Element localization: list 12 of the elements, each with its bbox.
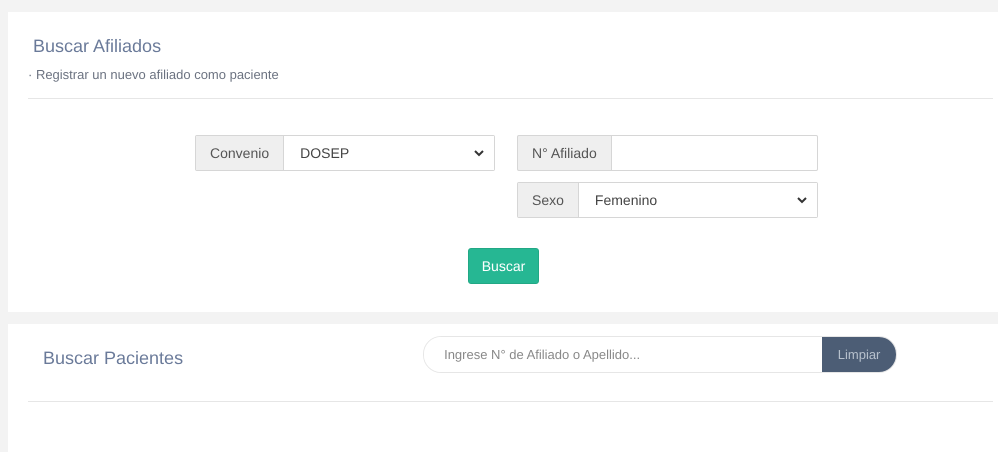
chevron-down-icon bbox=[797, 196, 807, 204]
section-title: Buscar Pacientes bbox=[43, 348, 184, 370]
sexo-select[interactable]: Sexo Femenino bbox=[517, 182, 818, 218]
section-title: Buscar Afiliados bbox=[33, 36, 162, 57]
clear-button[interactable]: Limpiar bbox=[822, 337, 896, 372]
field-label: N° Afiliado bbox=[517, 135, 612, 171]
affiliate-number-field[interactable] bbox=[612, 135, 818, 171]
search-button[interactable]: Buscar bbox=[468, 248, 540, 284]
convenio-select[interactable]: Convenio DOSEP bbox=[195, 135, 495, 171]
chevron-down-icon bbox=[474, 150, 484, 156]
section-subtitle: · Registrar un nuevo afiliado como paciente bbox=[28, 67, 280, 82]
patient-search-field[interactable]: Ingrese N° de Afiliado o Apellido... Limpiar bbox=[423, 336, 898, 374]
